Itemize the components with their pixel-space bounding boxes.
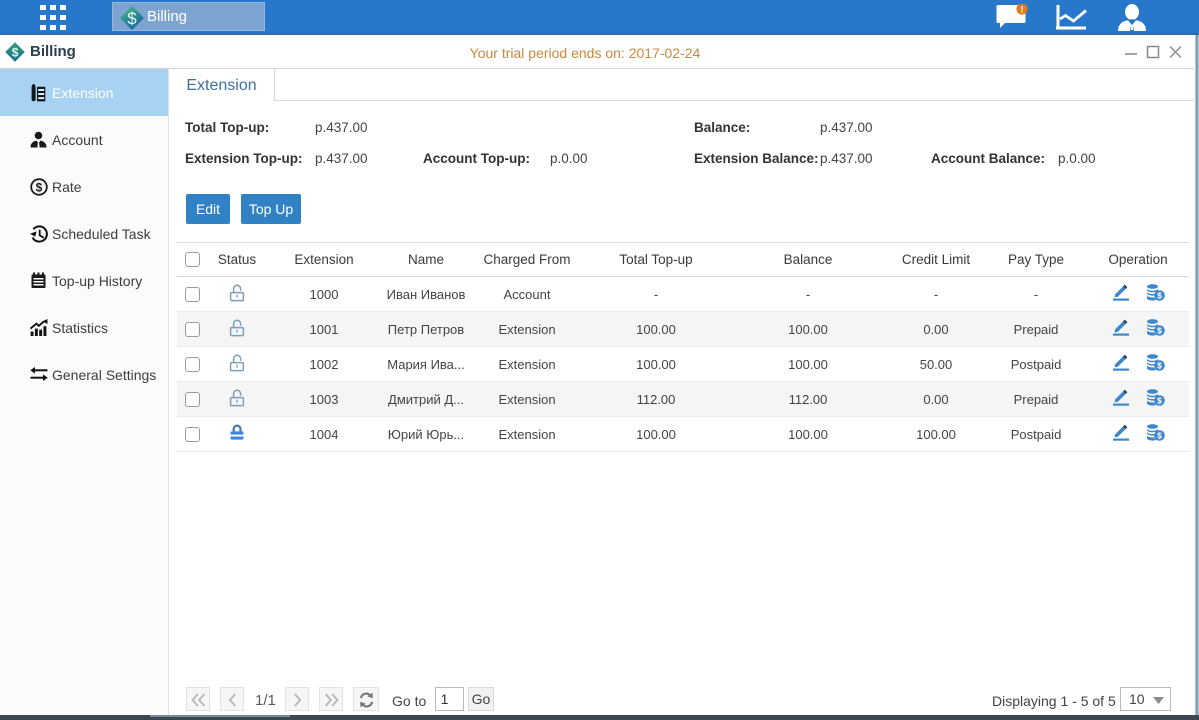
svg-text:!: ! — [1021, 5, 1024, 15]
svg-text:$: $ — [1157, 291, 1162, 301]
svg-text:$: $ — [1157, 326, 1162, 336]
svg-text:$: $ — [127, 9, 137, 28]
svg-text:$: $ — [1157, 361, 1162, 371]
svg-text:$: $ — [36, 180, 43, 194]
svg-text:$: $ — [1157, 431, 1162, 441]
svg-text:$: $ — [1157, 396, 1162, 406]
